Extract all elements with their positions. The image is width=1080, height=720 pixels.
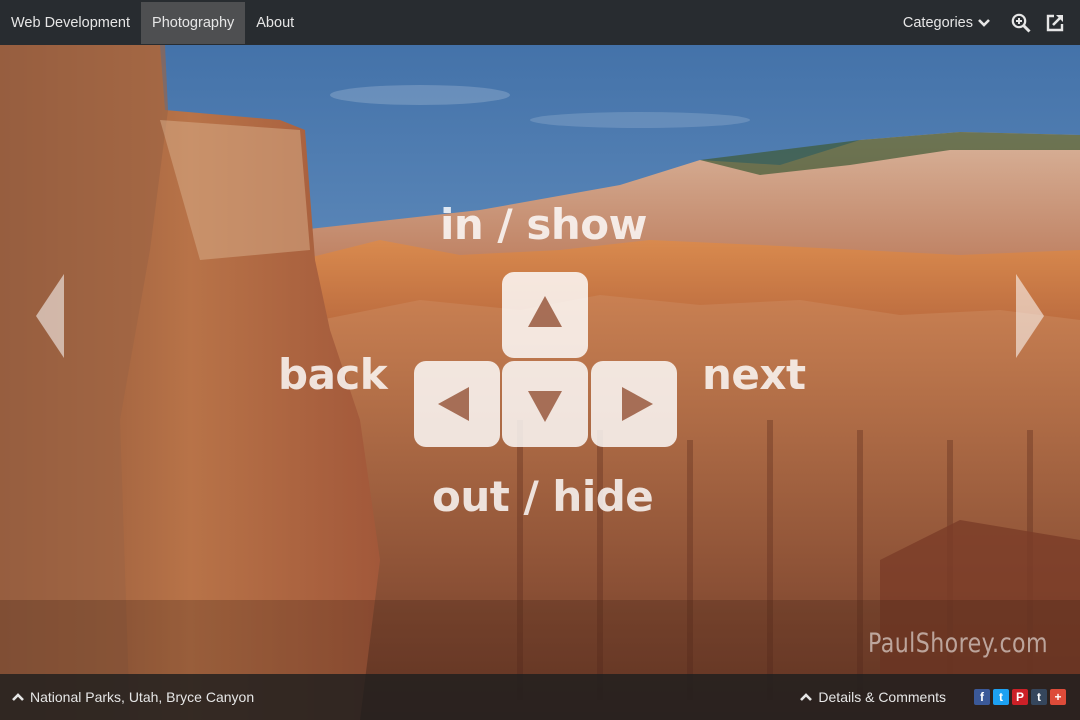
overlay-next-label: next <box>702 350 806 399</box>
zoom-in-icon[interactable] <box>1010 12 1032 34</box>
watermark: PaulShorey.com <box>868 628 1048 659</box>
overlay-out-hide-label: out / hide <box>432 472 654 521</box>
top-nav-bar: Web Development Photography About Catego… <box>0 0 1080 45</box>
tumblr-icon[interactable]: t <box>1031 689 1047 705</box>
previous-arrow-icon[interactable] <box>34 272 68 360</box>
pinterest-icon[interactable]: P <box>1012 689 1028 705</box>
chevron-up-icon <box>12 693 24 701</box>
nav-about[interactable]: About <box>245 2 305 44</box>
chevron-down-icon <box>978 18 990 27</box>
details-comments-label: Details & Comments <box>818 689 946 705</box>
breadcrumb-text: National Parks, Utah, Bryce Canyon <box>30 689 255 705</box>
left-key-icon <box>414 361 500 447</box>
down-key-icon <box>502 361 588 447</box>
details-comments-toggle[interactable]: Details & Comments <box>800 689 946 705</box>
share-buttons: f t P t + <box>974 689 1066 705</box>
overlay-back-label: back <box>278 350 388 399</box>
topbar-actions: Categories <box>903 0 1066 45</box>
right-key-icon <box>591 361 677 447</box>
breadcrumb[interactable]: National Parks, Utah, Bryce Canyon <box>0 689 254 705</box>
next-arrow-icon[interactable] <box>1012 272 1046 360</box>
bottom-bar: National Parks, Utah, Bryce Canyon Detai… <box>0 674 1080 720</box>
overlay-in-show-label: in / show <box>440 200 647 249</box>
twitter-icon[interactable]: t <box>993 689 1009 705</box>
nav-web-development[interactable]: Web Development <box>0 2 141 44</box>
chevron-up-icon <box>800 693 813 701</box>
categories-dropdown[interactable]: Categories <box>903 15 990 31</box>
facebook-icon[interactable]: f <box>974 689 990 705</box>
canyon-photo <box>0 0 1080 720</box>
categories-label: Categories <box>902 14 973 31</box>
nav-photography[interactable]: Photography <box>141 1 246 44</box>
up-key-icon <box>502 272 588 358</box>
external-link-icon[interactable] <box>1044 12 1066 34</box>
google-plus-icon[interactable]: + <box>1050 689 1066 705</box>
